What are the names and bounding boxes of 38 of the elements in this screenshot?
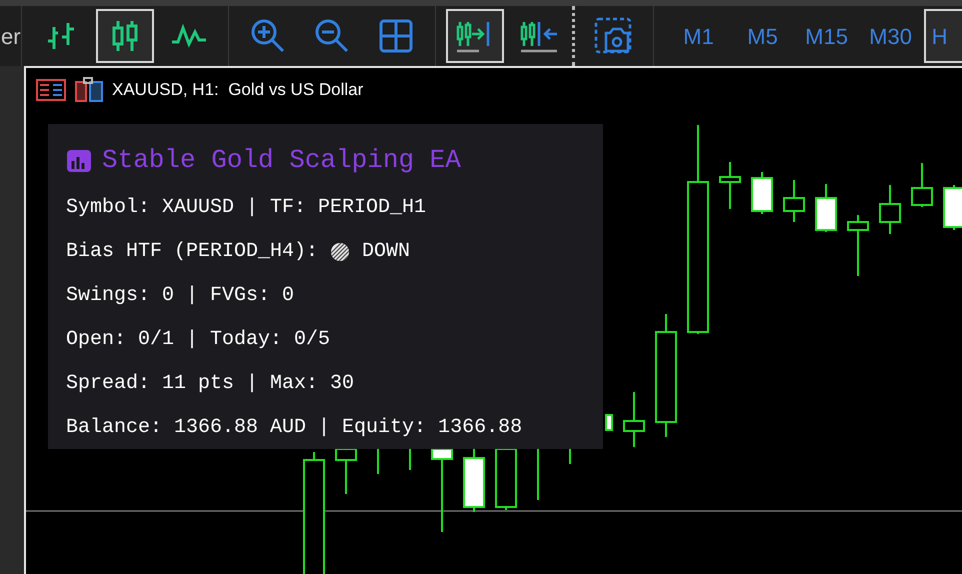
candlestick: [911, 163, 933, 207]
candlestick: [463, 449, 485, 512]
timeframe-button[interactable]: H: [924, 9, 962, 63]
panel-label: er: [1, 22, 21, 50]
candlestick: [719, 162, 741, 209]
camera-icon: [594, 17, 634, 55]
chart-window-icon: [74, 77, 104, 103]
chart-icon: [66, 147, 92, 173]
hatched-circle-icon: [330, 242, 350, 262]
candlestick: [879, 185, 901, 234]
chart-shift-icon: [518, 19, 559, 53]
info-label: Bias HTF (PERIOD_H4):: [66, 239, 318, 265]
candlestick: [815, 184, 837, 232]
candlestick: [751, 172, 773, 214]
info-line: Open: 0/1 | Today: 0/5: [66, 327, 330, 353]
timeframe-button[interactable]: M5: [732, 9, 794, 63]
toolbar-button[interactable]: [96, 9, 154, 63]
grid-icon: [378, 19, 413, 53]
info-line: Symbol: XAUUSD | TF: PERIOD_H1: [66, 195, 426, 221]
list-icon: [36, 78, 66, 102]
timeframe-button[interactable]: M1: [668, 9, 730, 63]
candlestick: [605, 414, 613, 431]
zoom-out-icon: [314, 18, 350, 54]
zoom-in-icon: [250, 18, 286, 54]
toolbar-button[interactable]: [446, 9, 504, 63]
info-value: DOWN: [362, 239, 410, 265]
candlestick: [943, 185, 962, 230]
info-line: Spread: 11 pts | Max: 30: [66, 371, 354, 397]
chart-title: XAUUSD, H1: Gold vs US Dollar: [112, 79, 364, 102]
candlestick: [783, 180, 805, 222]
timeframe-button[interactable]: M30: [860, 9, 922, 63]
candlestick: [847, 215, 869, 276]
panel-title: Stable Gold Scalping EA: [102, 144, 461, 176]
candlestick: [623, 392, 645, 447]
line-chart-icon: [170, 24, 207, 48]
timeframe-button[interactable]: M15: [796, 9, 858, 63]
info-line: Balance: 1366.88 AUD | Equity: 1366.88: [66, 415, 522, 441]
info-line: Swings: 0 | FVGs: 0: [66, 283, 294, 309]
